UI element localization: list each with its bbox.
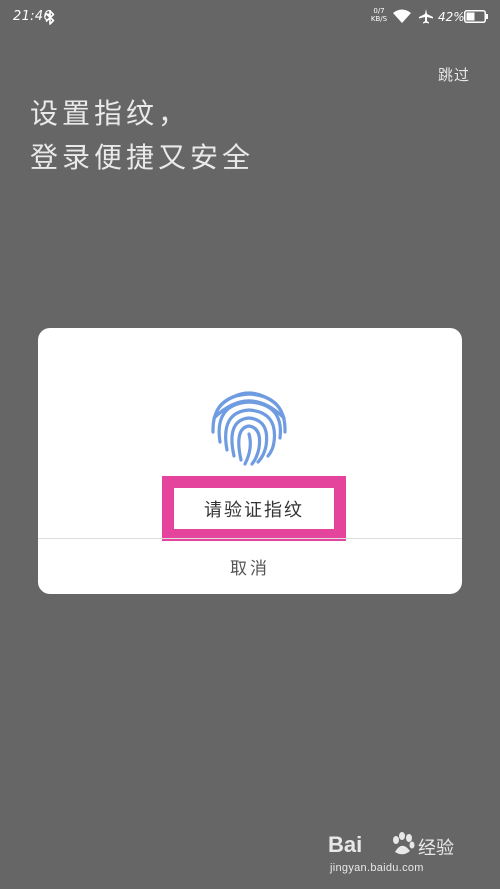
network-rate: 0/7 KB/S — [370, 7, 388, 23]
skip-button[interactable]: 跳过 — [438, 64, 470, 85]
airplane-mode-icon — [419, 9, 433, 24]
paw-icon — [393, 832, 415, 855]
headline-line-2: 登录便捷又安全 — [30, 141, 255, 174]
verify-prompt-highlight: 请验证指纹 — [162, 476, 346, 541]
fingerprint-icon — [211, 391, 287, 466]
headline-line-1: 设置指纹， — [30, 97, 191, 130]
headline: 设置指纹， 登录便捷又安全 — [30, 92, 254, 180]
battery-percent: 42% — [438, 10, 465, 24]
watermark-url: jingyan.baidu.com — [330, 862, 424, 874]
battery-icon — [464, 10, 488, 23]
wifi-icon — [393, 9, 411, 23]
watermark-logo-text: Bai — [328, 832, 363, 857]
watermark-suffix: 经验 — [418, 838, 454, 859]
network-rate-value: 0/7 — [373, 7, 385, 15]
status-bar: 21:46 0/7 KB/S 42% — [0, 0, 500, 36]
network-rate-unit: KB/S — [370, 15, 388, 23]
screen: 21:46 0/7 KB/S 42% 跳过 设置指纹， 登录便捷又安全 请验证指… — [0, 0, 500, 889]
baidu-jingyan-watermark: Bai 经验 jingyan.baidu.com — [328, 832, 478, 882]
fingerprint-dialog: 请验证指纹 取消 — [38, 328, 462, 594]
cancel-button[interactable]: 取消 — [38, 539, 462, 594]
verify-prompt: 请验证指纹 — [204, 499, 304, 521]
bluetooth-icon — [45, 10, 55, 25]
